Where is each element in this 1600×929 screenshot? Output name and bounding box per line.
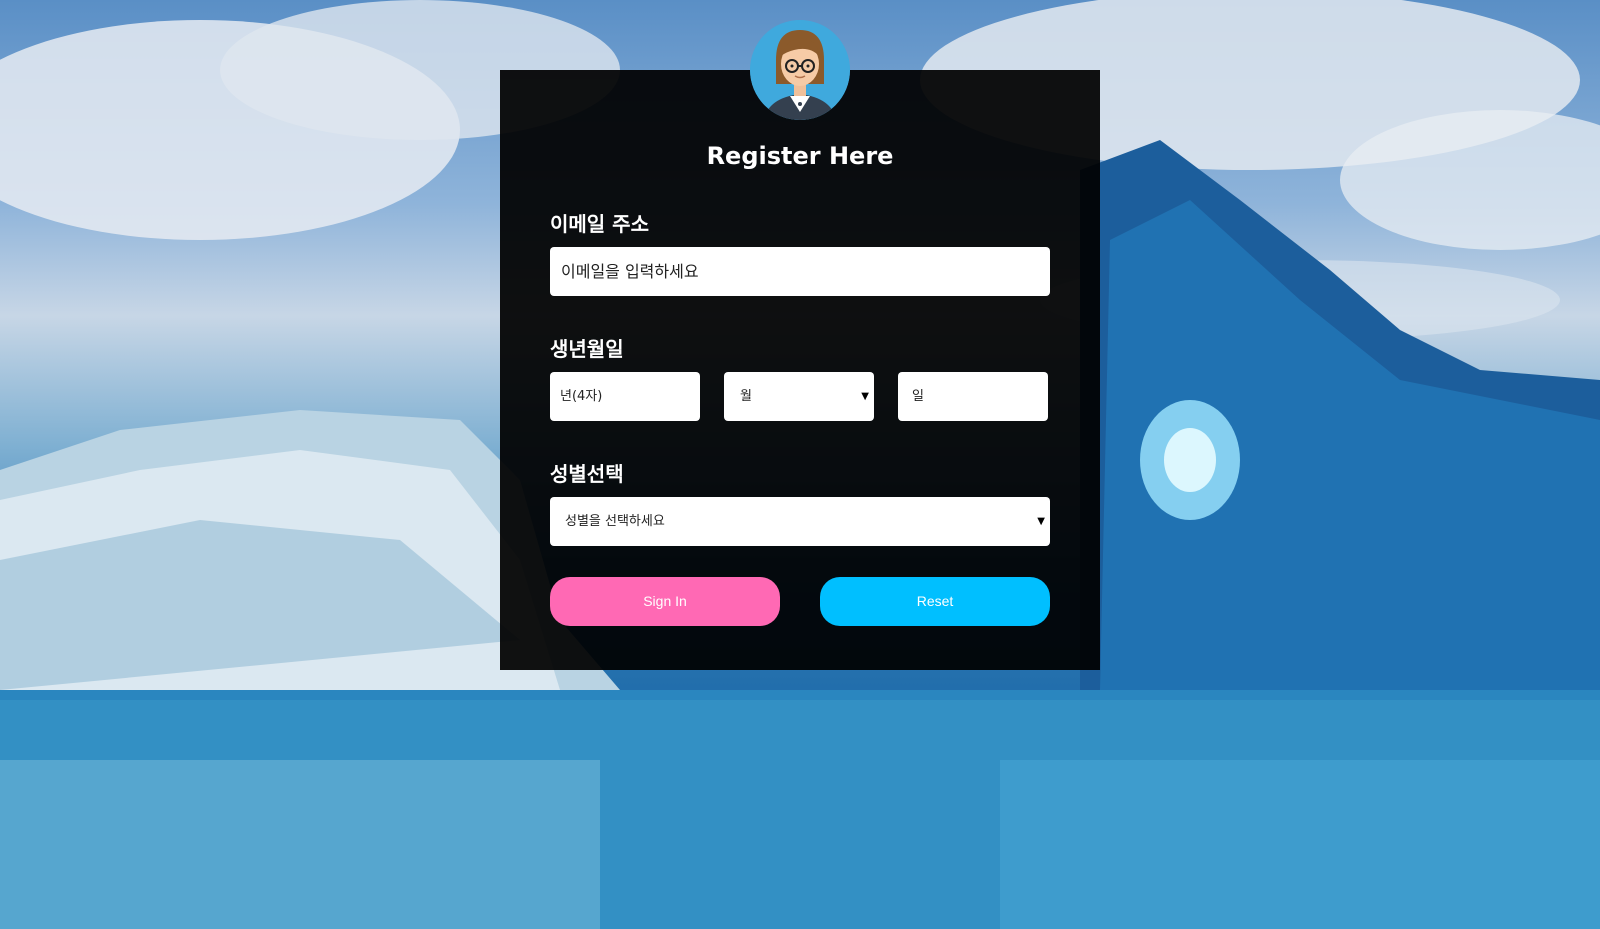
reset-button[interactable]: Reset (820, 577, 1050, 626)
gender-value: 성별을 선택하세요 (565, 514, 665, 529)
email-label: 이메일 주소 (550, 212, 649, 236)
user-avatar-icon (750, 20, 850, 120)
email-input[interactable]: 이메일을 입력하세요 (550, 247, 1050, 296)
dropdown-arrow-icon: ▼ (1037, 516, 1045, 527)
page: Register Here 이메일 주소 이메일을 입력하세요 생년월일 년(4… (0, 0, 1600, 929)
dropdown-arrow-icon: ▼ (861, 391, 869, 402)
register-card: Register Here 이메일 주소 이메일을 입력하세요 생년월일 년(4… (500, 70, 1100, 670)
birth-day-input[interactable]: 일 (898, 372, 1048, 421)
birth-year-input[interactable]: 년(4자) (550, 372, 700, 421)
form-title: Register Here (706, 142, 894, 170)
sign-in-button[interactable]: Sign In (550, 577, 780, 626)
birth-month-select[interactable]: 월 ▼ (724, 372, 874, 421)
gender-label: 성별선택 (550, 462, 624, 486)
birthdate-label: 생년월일 (550, 337, 624, 361)
birth-month-value: 월 (740, 389, 752, 404)
gender-select[interactable]: 성별을 선택하세요 ▼ (550, 497, 1050, 546)
